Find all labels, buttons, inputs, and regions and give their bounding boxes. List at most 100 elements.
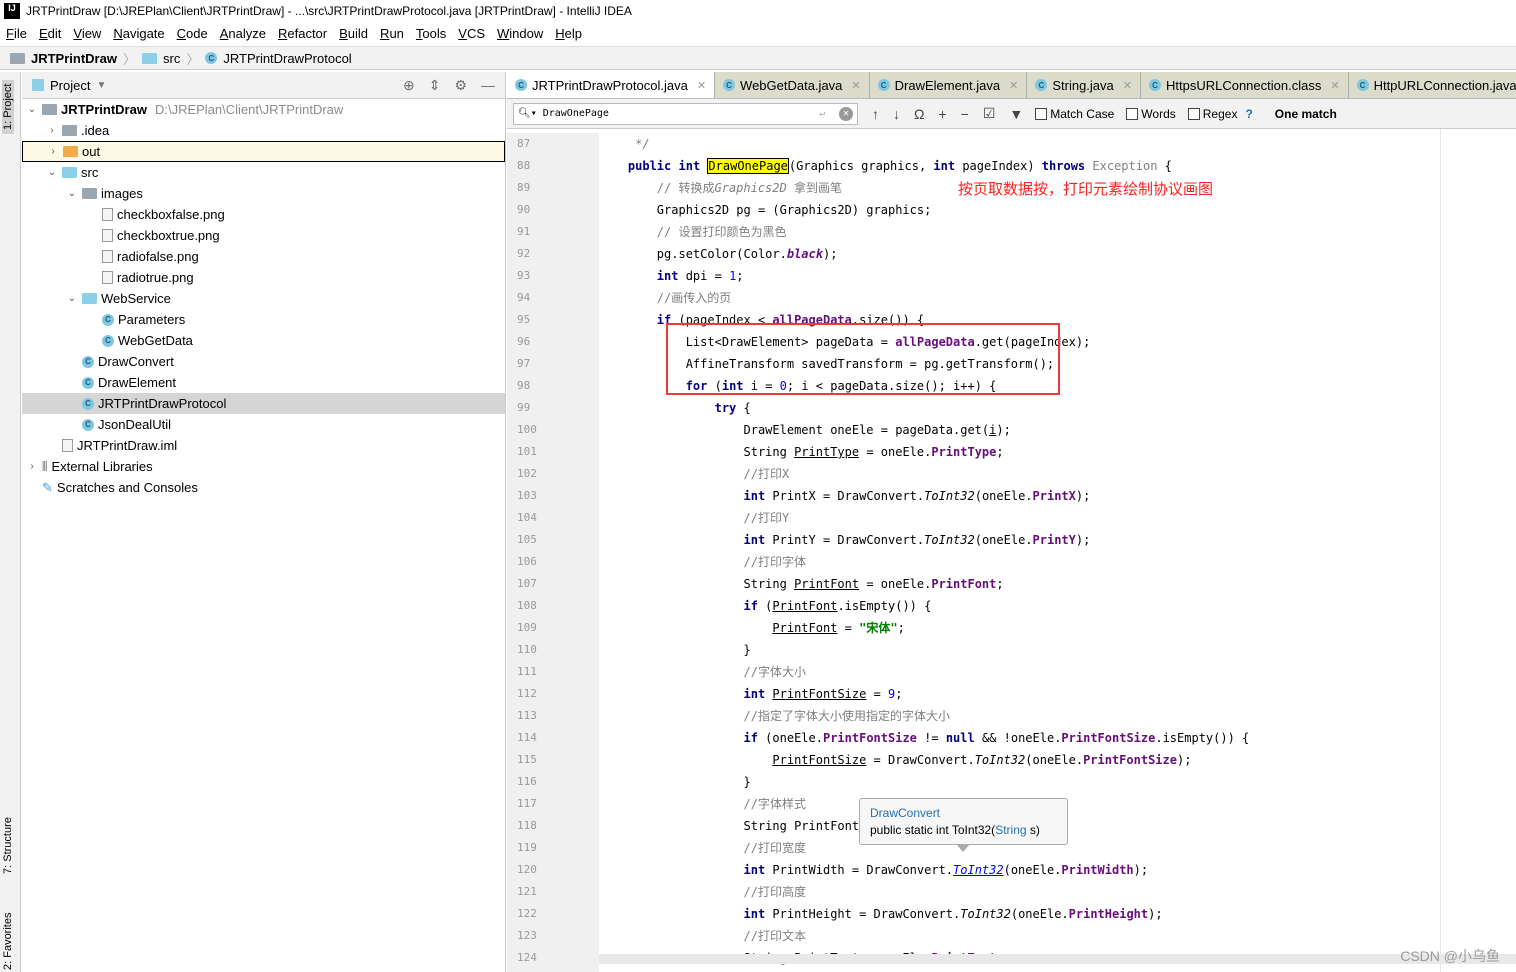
- select-all-occurrences-icon[interactable]: Ω: [914, 106, 924, 122]
- tree-item[interactable]: ⌄ src: [22, 162, 505, 183]
- words-checkbox[interactable]: Words: [1126, 107, 1176, 121]
- match-case-checkbox[interactable]: Match Case: [1035, 107, 1114, 121]
- editor-tab[interactable]: C String.java ✕: [1027, 72, 1141, 98]
- expand-arrow-icon[interactable]: ›: [47, 146, 59, 157]
- code-token: ToInt32: [974, 753, 1026, 767]
- horizontal-scrollbar[interactable]: [599, 954, 1516, 964]
- editor-tab[interactable]: C JRTPrintDrawProtocol.java ✕: [507, 72, 716, 98]
- code-token: Exception: [1092, 159, 1158, 173]
- expand-arrow-icon[interactable]: ⌄: [66, 293, 78, 304]
- code-token: //打印文本: [743, 929, 806, 943]
- menu-run[interactable]: Run: [380, 26, 404, 41]
- menu-refactor[interactable]: Refactor: [278, 26, 327, 41]
- tree-item[interactable]: JRTPrintDraw.iml: [22, 435, 505, 456]
- tree-item[interactable]: checkboxtrue.png: [22, 225, 505, 246]
- breadcrumb-project[interactable]: JRTPrintDraw: [31, 51, 117, 66]
- collapse-all-icon[interactable]: ⇕: [429, 77, 441, 94]
- tree-item[interactable]: › out: [22, 141, 505, 162]
- close-icon[interactable]: ✕: [1123, 79, 1132, 92]
- remove-selection-icon[interactable]: −: [961, 106, 969, 122]
- tree-item[interactable]: C WebGetData: [22, 330, 505, 351]
- menu-edit[interactable]: Edit: [39, 26, 61, 41]
- regex-help-link[interactable]: ?: [1245, 107, 1252, 121]
- minimize-icon[interactable]: —: [481, 77, 495, 94]
- code-editor[interactable]: */ public int DrawOnePage(Graphics graph…: [599, 133, 1516, 972]
- code-token: int: [678, 159, 701, 173]
- close-icon[interactable]: ✕: [1009, 79, 1018, 92]
- menu-vcs[interactable]: VCS: [458, 26, 485, 41]
- gear-icon[interactable]: ⚙: [454, 77, 467, 94]
- menu-navigate[interactable]: Navigate: [113, 26, 164, 41]
- tree-item[interactable]: ⌄ images: [22, 183, 505, 204]
- tree-item[interactable]: radiofalse.png: [22, 246, 505, 267]
- code-token: );: [996, 423, 1011, 437]
- project-view-selector[interactable]: Project: [50, 78, 90, 93]
- tree-item[interactable]: checkboxfalse.png: [22, 204, 505, 225]
- tree-item[interactable]: C Parameters: [22, 309, 505, 330]
- search-icon[interactable]: 🔍︎▾: [518, 108, 537, 119]
- menu-help[interactable]: Help: [555, 26, 582, 41]
- code-token: (: [757, 599, 773, 613]
- menu-view[interactable]: View: [73, 26, 101, 41]
- line-number: 104: [517, 511, 537, 524]
- line-number: 94: [517, 291, 531, 304]
- tree-item[interactable]: ✎ Scratches and Consoles: [22, 477, 505, 498]
- tree-item[interactable]: › ⫴ External Libraries: [22, 456, 505, 477]
- tree-item[interactable]: › .idea: [22, 120, 505, 141]
- menu-tools[interactable]: Tools: [416, 26, 446, 41]
- editor-tab[interactable]: C DrawElement.java ✕: [869, 72, 1028, 98]
- structure-tool-button[interactable]: 7: Structure: [2, 817, 14, 874]
- tooltip-type-link[interactable]: String: [995, 823, 1026, 837]
- menu-window[interactable]: Window: [497, 26, 543, 41]
- tree-item[interactable]: C JRTPrintDrawProtocol: [22, 393, 505, 414]
- tree-item[interactable]: ⌄ WebService: [22, 288, 505, 309]
- tooltip-class[interactable]: DrawConvert: [870, 805, 1057, 822]
- folder-icon: [63, 146, 78, 157]
- clear-icon[interactable]: ✕: [839, 106, 853, 121]
- tree-item-label: checkboxfalse.png: [117, 207, 225, 222]
- code-token: = DrawConvert.: [866, 753, 975, 767]
- line-number: 111: [517, 665, 537, 678]
- file-icon: [102, 250, 113, 263]
- code-token: int: [743, 687, 766, 701]
- menu-analyze[interactable]: Analyze: [220, 26, 266, 41]
- expand-arrow-icon[interactable]: ›: [26, 461, 38, 472]
- expand-arrow-icon[interactable]: ⌄: [66, 188, 78, 199]
- breadcrumb-src[interactable]: src: [163, 51, 180, 66]
- locate-icon[interactable]: ⊕: [403, 77, 415, 94]
- next-occurrence-icon[interactable]: ↓: [893, 106, 900, 122]
- menu-build[interactable]: Build: [339, 26, 368, 41]
- project-tool-button[interactable]: 1: Project: [2, 79, 14, 134]
- line-number: 120: [517, 863, 537, 876]
- expand-arrow-icon[interactable]: ›: [46, 125, 58, 136]
- tree-item-label: DrawElement: [98, 375, 177, 390]
- code-token: PrintFontSize: [1061, 731, 1156, 745]
- search-input[interactable]: 🔍︎▾ DrawOnePage ↵ ✕: [513, 102, 858, 125]
- editor-tab[interactable]: CHttpURLConnection.java✕: [1348, 72, 1516, 98]
- close-icon[interactable]: ✕: [851, 79, 860, 92]
- favorites-tool-button[interactable]: 2: Favorites: [2, 913, 14, 970]
- filter-icon[interactable]: ▼: [1009, 106, 1023, 122]
- close-icon[interactable]: ✕: [1330, 79, 1339, 92]
- breadcrumb-file[interactable]: JRTPrintDrawProtocol: [223, 51, 351, 66]
- select-occurrences-icon[interactable]: ☑: [983, 105, 996, 122]
- tree-item[interactable]: C DrawConvert: [22, 351, 505, 372]
- tree-item[interactable]: ⌄ JRTPrintDraw D:\JREPlan\Client\JRTPrintD…: [22, 99, 505, 120]
- tree-item-label: images: [101, 186, 143, 201]
- expand-arrow-icon[interactable]: ⌄: [26, 104, 38, 115]
- menu-code[interactable]: Code: [177, 26, 208, 41]
- tree-item[interactable]: C DrawElement: [22, 372, 505, 393]
- tree-item[interactable]: C JsonDealUtil: [22, 414, 505, 435]
- code-token: throws: [1041, 159, 1086, 173]
- tree-item[interactable]: radiotrue.png: [22, 267, 505, 288]
- editor-tab[interactable]: C WebGetData.java ✕: [715, 72, 870, 98]
- expand-arrow-icon[interactable]: ⌄: [46, 167, 58, 178]
- code-line: String PrintFont = oneEle.PrintFont;: [599, 573, 1516, 595]
- menu-file[interactable]: File: [6, 26, 27, 41]
- editor-tab[interactable]: C HttpsURLConnection.class ✕: [1140, 72, 1349, 98]
- previous-occurrence-icon[interactable]: ↑: [872, 106, 879, 122]
- add-selection-icon[interactable]: +: [938, 106, 946, 122]
- close-icon[interactable]: ✕: [697, 79, 706, 92]
- regex-checkbox[interactable]: Regex: [1187, 107, 1237, 121]
